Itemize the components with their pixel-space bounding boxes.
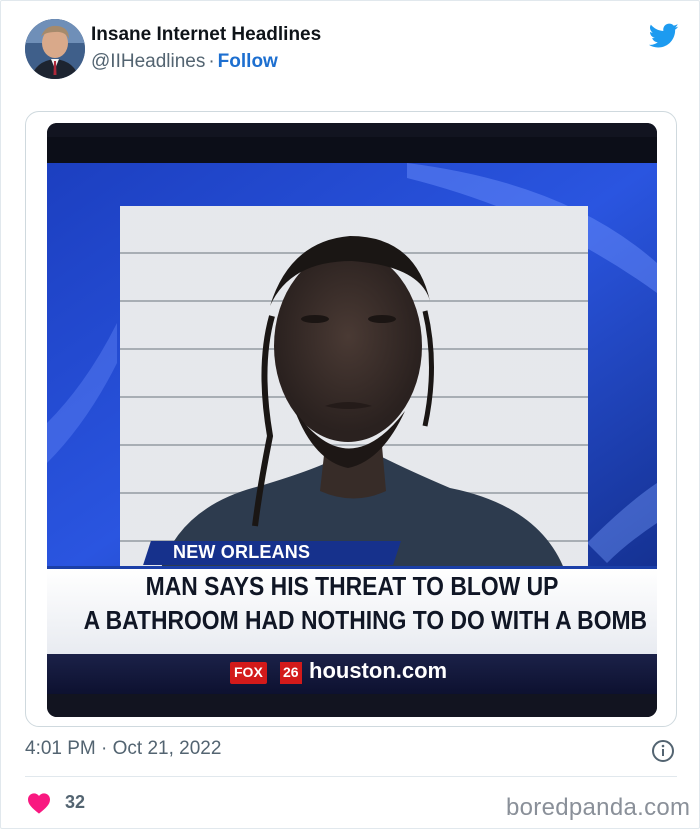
tweet-card: Insane Internet Headlines @IIHeadlines · F… xyxy=(0,0,700,829)
separator-dot: · xyxy=(208,51,215,72)
headline-line-1: MAN SAYS HIS THREAT TO BLOW UP xyxy=(145,571,559,601)
mugshot-person xyxy=(160,236,565,571)
headline-line-2: A BATHROOM HAD NOTHING TO DO WITH A BOMB xyxy=(83,605,648,635)
station-number: 26 xyxy=(280,662,302,684)
tweet-timestamp[interactable]: 4:01 PM · Oct 21, 2022 xyxy=(25,738,221,760)
like-count: 32 xyxy=(65,792,86,812)
divider xyxy=(25,776,677,777)
info-icon[interactable] xyxy=(651,739,675,763)
heart-icon xyxy=(28,793,50,814)
watermark-text: boredpanda.com xyxy=(506,794,691,821)
location-label: NEW ORLEANS xyxy=(173,542,311,562)
follow-button[interactable]: Follow xyxy=(218,51,278,72)
station-logo: FOX xyxy=(230,662,267,684)
mugshot-backdrop xyxy=(120,206,588,571)
account-name[interactable]: Insane Internet Headlines xyxy=(91,24,321,46)
news-screenshot-photo[interactable]: NEW ORLEANS MAN SAYS HIS THREAT TO BLOW … xyxy=(47,123,657,717)
tweet-header: Insane Internet Headlines @IIHeadlines · F… xyxy=(25,17,685,81)
media-frame[interactable]: NEW ORLEANS MAN SAYS HIS THREAT TO BLOW … xyxy=(25,111,677,727)
avatar[interactable] xyxy=(25,19,85,79)
handle-row: @IIHeadlines · Follow xyxy=(91,51,278,73)
account-handle[interactable]: @IIHeadlines xyxy=(91,51,205,72)
twitter-bird-icon[interactable] xyxy=(648,23,679,49)
station-website: houston.com xyxy=(309,658,448,683)
